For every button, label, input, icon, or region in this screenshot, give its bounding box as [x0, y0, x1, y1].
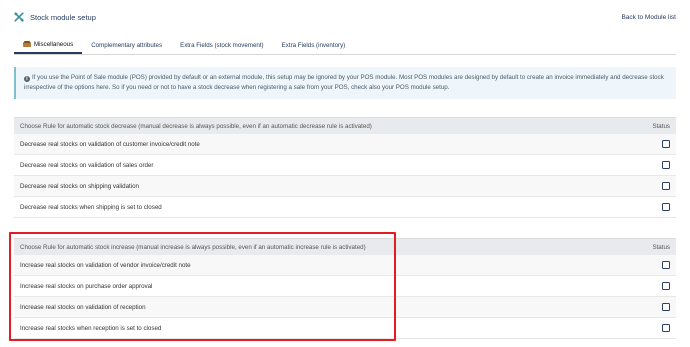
- status-checkbox[interactable]: [662, 182, 670, 190]
- status-checkbox[interactable]: [662, 324, 670, 332]
- status-checkbox[interactable]: [662, 261, 670, 269]
- rule-label: Decrease real stocks on shipping validat…: [20, 182, 140, 190]
- status-checkbox[interactable]: [662, 303, 670, 311]
- rule-label: Increase real stocks when reception is s…: [20, 324, 162, 332]
- tab-extra-fields-stock-movement[interactable]: Extra Fields (stock movement): [171, 36, 273, 54]
- table-header: Choose Rule for automatic stock decrease…: [14, 117, 676, 134]
- status-column-label: Status: [652, 122, 670, 130]
- tab-label: Extra Fields (stock movement): [180, 41, 264, 49]
- info-icon: i: [24, 75, 30, 82]
- status-checkbox[interactable]: [662, 140, 670, 148]
- tab-complementary-attributes[interactable]: Complementary attributes: [82, 36, 171, 54]
- box-icon: [23, 41, 31, 47]
- tab-label: Complementary attributes: [91, 41, 163, 49]
- rule-label: Decrease real stocks when shipping is se…: [20, 203, 162, 211]
- increase-rule-heading: Choose Rule for automatic stock increase…: [20, 243, 366, 251]
- rule-label: Decrease real stocks on validation of cu…: [20, 140, 200, 148]
- info-text-1: If you use the Point of Sale module (POS…: [32, 74, 664, 81]
- tab-bar: Miscellaneous Complementary attributes E…: [14, 37, 676, 55]
- rule-label: Increase real stocks on validation of ve…: [20, 261, 191, 269]
- back-to-module-list-link[interactable]: Back to Module list: [621, 14, 676, 21]
- table-row: Decrease real stocks on validation of sa…: [14, 155, 676, 176]
- status-checkbox[interactable]: [662, 203, 670, 211]
- status-column-label: Status: [652, 243, 670, 251]
- decrease-rows: Decrease real stocks on validation of cu…: [14, 134, 676, 218]
- page-header: Stock module setup Back to Module list: [14, 10, 676, 24]
- table-row: Increase real stocks on validation of ve…: [14, 255, 676, 276]
- stock-decrease-table: Choose Rule for automatic stock decrease…: [14, 117, 676, 218]
- table-row: Decrease real stocks on validation of cu…: [14, 134, 676, 155]
- decrease-rule-heading: Choose Rule for automatic stock decrease…: [20, 122, 372, 130]
- increase-rows: Increase real stocks on validation of ve…: [14, 255, 676, 339]
- tab-miscellaneous[interactable]: Miscellaneous: [14, 36, 83, 54]
- status-checkbox[interactable]: [662, 282, 670, 290]
- pos-info-box: i If you use the Point of Sale module (PO…: [14, 67, 676, 99]
- stock-increase-table: Choose Rule for automatic stock increase…: [14, 238, 676, 339]
- tab-extra-fields-inventory[interactable]: Extra Fields (inventory): [273, 36, 355, 54]
- table-row: Decrease real stocks when shipping is se…: [14, 197, 676, 218]
- title-wrap: Stock module setup: [14, 12, 96, 22]
- table-header: Choose Rule for automatic stock increase…: [14, 238, 676, 255]
- tab-label: Miscellaneous: [34, 40, 74, 48]
- rule-label: Increase real stocks on validation of re…: [20, 303, 146, 311]
- table-row: Increase real stocks when reception is s…: [14, 318, 676, 339]
- tools-icon: [14, 12, 24, 22]
- tab-label: Extra Fields (inventory): [281, 41, 346, 49]
- table-row: Increase real stocks on validation of re…: [14, 297, 676, 318]
- info-text-2: irrespective of the options here. So if …: [24, 83, 450, 91]
- rule-label: Increase real stocks on purchase order a…: [20, 282, 153, 290]
- table-row: Increase real stocks on purchase order a…: [14, 276, 676, 297]
- table-row: Decrease real stocks on shipping validat…: [14, 176, 676, 197]
- status-checkbox[interactable]: [662, 161, 670, 169]
- rule-label: Decrease real stocks on validation of sa…: [20, 161, 154, 169]
- info-line-1: i If you use the Point of Sale module (PO…: [24, 73, 668, 83]
- page-title: Stock module setup: [30, 12, 96, 22]
